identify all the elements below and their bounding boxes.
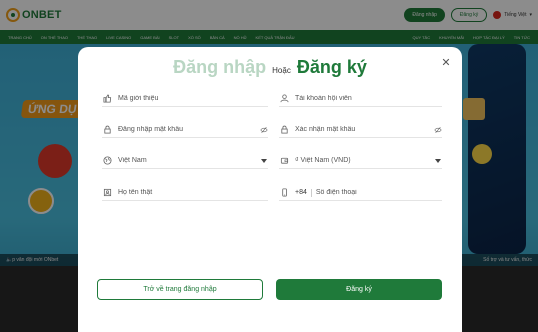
modal-title: Đăng nhập Hoặc Đăng ký [78, 57, 462, 78]
currency-select[interactable]: ₫ Việt Nam (VND) [279, 153, 442, 169]
full-name-field[interactable]: Họ tên thật [102, 185, 268, 201]
account-input[interactable]: Tài khoản hội viên [295, 95, 442, 102]
register-modal: Đăng nhập Hoặc Đăng ký ✕ Mã giới thiệu T… [78, 47, 462, 332]
close-icon: ✕ [441, 57, 451, 69]
phone-icon [279, 188, 289, 198]
referral-code-input[interactable]: Mã giới thiệu [118, 95, 268, 102]
password-field[interactable]: Đăng nhập mật khẩu [102, 122, 268, 138]
lock-icon [279, 125, 289, 135]
thumbs-up-icon [102, 94, 112, 104]
password-input[interactable]: Đăng nhập mật khẩu [118, 126, 260, 133]
tab-login[interactable]: Đăng nhập [173, 57, 266, 78]
referral-code-field[interactable]: Mã giới thiệu [102, 91, 268, 107]
wallet-icon [279, 156, 289, 166]
eye-off-icon[interactable] [434, 126, 442, 134]
currency-value: ₫ Việt Nam (VND) [295, 157, 351, 164]
tab-register[interactable]: Đăng ký [297, 57, 367, 78]
country-value: Việt Nam [118, 157, 147, 164]
eye-off-icon[interactable] [260, 126, 268, 134]
divider [310, 188, 312, 197]
id-card-icon [102, 188, 112, 198]
close-button[interactable]: ✕ [440, 57, 452, 69]
caret-down-icon [434, 157, 442, 165]
phone-field[interactable]: +84 Số điện thoại [279, 185, 442, 201]
phone-input[interactable]: Số điện thoại [316, 189, 442, 196]
country-select[interactable]: Việt Nam [102, 153, 268, 169]
title-or-label: Hoặc [272, 66, 291, 75]
caret-down-icon [260, 157, 268, 165]
account-field[interactable]: Tài khoản hội viên [279, 91, 442, 107]
phone-prefix[interactable]: +84 [295, 189, 307, 196]
lock-icon [102, 125, 112, 135]
user-icon [279, 94, 289, 104]
full-name-input[interactable]: Họ tên thật [118, 189, 268, 196]
back-to-login-button[interactable]: Trở về trang đăng nhập [97, 279, 263, 300]
register-submit-button[interactable]: Đăng ký [276, 279, 442, 300]
confirm-password-input[interactable]: Xác nhận mật khẩu [295, 126, 434, 133]
confirm-password-field[interactable]: Xác nhận mật khẩu [279, 122, 442, 138]
globe-icon [102, 156, 112, 166]
